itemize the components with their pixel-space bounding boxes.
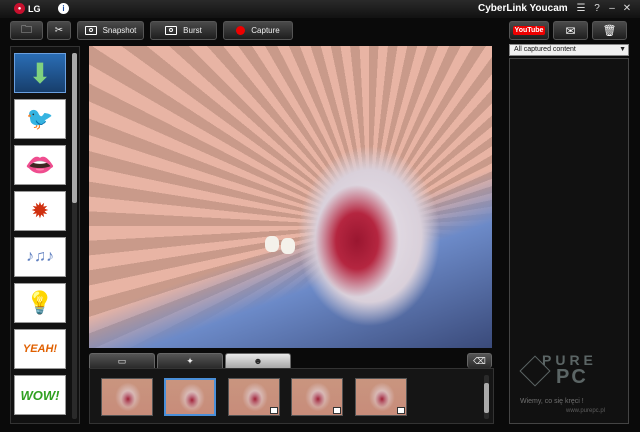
lips-icon: 👄 [25,151,55,179]
capture-thumbnail[interactable] [228,378,280,416]
brand-text: LG [28,3,41,14]
watermark-tagline: Wiemy, co się kręci ! [520,398,584,405]
effect-bird[interactable]: 🐦 [14,99,66,139]
thumbnail-badge-icon [333,407,341,414]
music-notes-icon: ♪♫♪ [26,248,54,265]
burst-label: Burst [183,26,202,35]
capture-thumbnail[interactable] [101,378,153,416]
eraser-icon: ⌫ [473,356,486,366]
dropdown-value: All captured content [514,46,576,53]
burst-button[interactable]: Burst [150,21,217,40]
youtube-label: YouTube [512,26,546,35]
effect-lightbulb[interactable]: 💡 [14,283,66,323]
capture-button[interactable]: Capture [223,21,293,40]
camera-icon [84,26,97,35]
bird-icon: 🐦 [26,106,54,131]
settings-button[interactable]: ✂ [47,21,71,40]
lg-logo: ● LG [14,3,41,14]
folder-icon: 🗀 [21,24,32,36]
punch-icon: ✹ [30,198,50,223]
burst-camera-icon [165,26,178,35]
frame-tab-icon: ▭ [117,356,127,366]
capture-thumbnail[interactable] [355,378,407,416]
email-button[interactable]: ✉ [553,21,588,40]
capture-thumbnail[interactable] [164,378,216,416]
captures-strip [89,368,494,424]
open-folder-button[interactable]: 🗀 [10,21,43,40]
effects-scroll-thumb[interactable] [72,53,77,203]
effect-yeah[interactable]: YEAH! [14,329,66,369]
preview-tooth-left [265,236,279,252]
delete-button[interactable]: 🗑 [592,21,627,40]
record-dot-icon [236,26,246,35]
effect-download[interactable]: ⬇ [14,53,66,93]
snapshot-label: Snapshot [102,26,137,35]
effect-lips[interactable]: 👄 [14,145,66,185]
content-filter-dropdown[interactable]: All captured content ▼ [509,44,629,56]
snapshot-button[interactable]: Snapshot [77,21,144,40]
trash-icon: 🗑 [602,25,617,37]
effects-scrollbar[interactable] [72,53,77,419]
watermark-brand-bottom: PC [556,366,588,388]
effect-punch[interactable]: ✹ [14,191,66,231]
effect-music[interactable]: ♪♫♪ [14,237,66,277]
help-icon[interactable]: ? [591,3,603,15]
eraser-button[interactable]: ⌫ [467,353,492,368]
captures-scroll-thumb[interactable] [484,383,489,413]
captures-scrollbar[interactable] [484,375,489,419]
effects-tab[interactable]: ✦ [157,353,223,368]
menu-icon[interactable]: ☰ [575,3,587,15]
purepc-watermark: PURE PC Wiemy, co się kręci ! www.purepc… [519,352,632,418]
frames-tab[interactable]: ▭ [89,353,155,368]
download-arrow-icon: ⬇ [28,57,52,89]
magic-wand-tab-icon: ✦ [186,356,194,366]
tools-icon: ✂ [54,25,64,36]
info-icon[interactable]: i [58,3,69,14]
lg-circle-icon: ● [14,3,25,14]
chevron-down-icon: ▼ [619,46,626,53]
envelope-icon: ✉ [565,23,576,38]
close-icon[interactable]: ✕ [621,3,633,15]
webcam-preview [89,46,492,348]
preview-tooth-right [281,238,295,254]
effects-panel: ⬇ 🐦 👄 ✹ ♪♫♪ 💡 YEAH! WOW! [10,46,80,424]
avatar-tab[interactable]: ☻ [225,353,291,368]
minimize-icon[interactable]: – [606,3,618,15]
yeah-text-effect: YEAH! [22,343,58,355]
thumbnail-badge-icon [397,407,405,414]
wow-text-effect: WOW! [20,387,60,403]
capture-label: Capture [251,26,280,35]
title-bar: ● LG i CyberLink Youcam ☰ ? – ✕ [0,0,640,18]
youtube-button[interactable]: YouTube [509,21,549,40]
effect-wow[interactable]: WOW! [14,375,66,415]
capture-thumbnail[interactable] [291,378,343,416]
watermark-url: www.purepc.pl [566,408,606,414]
app-title: CyberLink Youcam [478,3,568,14]
thumbnail-badge-icon [270,407,278,414]
lightbulb-icon: 💡 [26,290,54,315]
face-tab-icon: ☻ [253,356,263,366]
